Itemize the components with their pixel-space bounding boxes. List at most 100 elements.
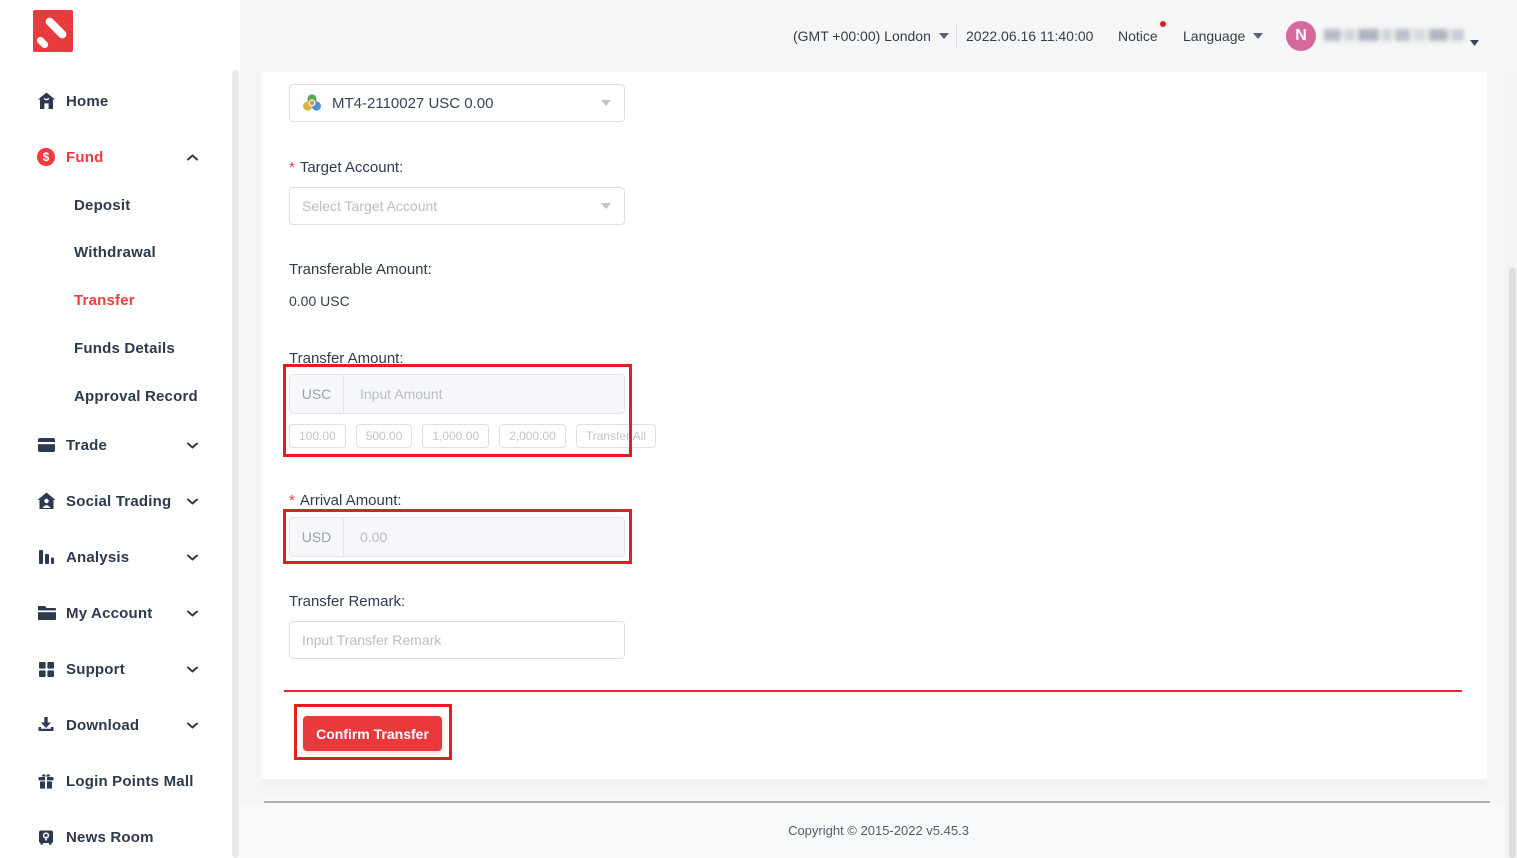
sidebar-item-label: Fund — [66, 149, 103, 166]
quick-amount-row: 100.00 500.00 1,000.00 2,000.00 Transfer… — [289, 424, 656, 448]
transfer-amount-input-group: USC — [289, 374, 625, 414]
news-room-icon — [36, 827, 56, 847]
user-avatar[interactable]: N — [1286, 21, 1316, 51]
annotation-line — [284, 690, 1462, 692]
analysis-icon — [36, 547, 56, 567]
quick-amount-button[interactable]: 2,000.00 — [499, 424, 566, 448]
mt4-logo-icon — [302, 93, 322, 113]
social-trading-icon — [36, 491, 56, 511]
sidebar-item-funds-details[interactable]: Funds Details — [0, 335, 240, 361]
sidebar-item-home[interactable]: Home — [0, 88, 240, 114]
timezone-label: (GMT +00:00) London — [793, 28, 931, 44]
sidebar-item-label: Home — [66, 93, 108, 110]
chevron-down-icon — [187, 492, 198, 510]
arrival-amount-currency: USD — [290, 518, 344, 556]
sidebar-item-download[interactable]: Download — [0, 712, 240, 738]
source-account-value: MT4-2110027 USC 0.00 — [332, 95, 493, 112]
sidebar-item-label: Social Trading — [66, 493, 171, 510]
chevron-down-icon — [187, 436, 198, 454]
sidebar: Home $ Fund Deposit Withdrawal Transfer … — [0, 0, 240, 858]
transfer-remark-label: Transfer Remark: — [289, 592, 405, 612]
sidebar-item-approval-record[interactable]: Approval Record — [0, 383, 240, 409]
chevron-down-icon — [187, 548, 198, 566]
sidebar-scrollbar[interactable] — [232, 70, 239, 858]
chevron-down-icon — [187, 660, 198, 678]
sidebar-item-trade[interactable]: Trade — [0, 432, 240, 458]
sidebar-item-fund[interactable]: $ Fund — [0, 144, 240, 170]
language-selector[interactable]: Language — [1183, 0, 1263, 72]
home-icon — [36, 91, 56, 111]
transferable-amount-label: Transferable Amount: — [289, 260, 432, 280]
quick-amount-button[interactable]: 100.00 — [289, 424, 346, 448]
notice-button[interactable]: Notice — [1118, 0, 1158, 72]
chevron-down-icon — [939, 33, 949, 39]
gift-icon — [36, 771, 56, 791]
select-caret-icon — [601, 100, 611, 106]
sidebar-item-label: Deposit — [74, 197, 130, 214]
sidebar-item-deposit[interactable]: Deposit — [0, 192, 240, 218]
required-asterisk: * — [289, 159, 295, 176]
transfer-form-card: MT4-2110027 USC 0.00 *Target Account: Se… — [262, 72, 1487, 779]
copyright-text: Copyright © 2015-2022 v5.45.3 — [788, 823, 969, 838]
sidebar-item-social-trading[interactable]: Social Trading — [0, 488, 240, 514]
confirm-transfer-button[interactable]: Confirm Transfer — [303, 716, 442, 751]
footer-gap — [262, 779, 1487, 801]
sidebar-item-label: Login Points Mall — [66, 773, 194, 790]
page-footer: Copyright © 2015-2022 v5.45.3 — [240, 803, 1517, 858]
svg-text:$: $ — [43, 150, 50, 164]
server-datetime: 2022.06.16 11:40:00 — [966, 0, 1093, 72]
sidebar-item-support[interactable]: Support — [0, 656, 240, 682]
transfer-amount-input[interactable] — [344, 375, 624, 413]
arrival-amount-input-group: USD — [289, 517, 625, 557]
sidebar-item-news-room[interactable]: News Room — [0, 824, 240, 850]
target-account-placeholder: Select Target Account — [302, 198, 437, 214]
sidebar-item-label: Funds Details — [74, 340, 175, 357]
chevron-down-icon — [1253, 33, 1263, 39]
username-redacted[interactable] — [1324, 29, 1464, 43]
transfer-all-button[interactable]: Transfer All — [576, 424, 656, 448]
chevron-up-icon — [187, 148, 198, 166]
language-label: Language — [1183, 28, 1245, 44]
arrival-amount-label: *Arrival Amount: — [289, 491, 402, 511]
notice-badge-dot — [1160, 21, 1166, 27]
sidebar-item-label: Approval Record — [74, 388, 198, 405]
target-account-select[interactable]: Select Target Account — [289, 187, 625, 225]
sidebar-item-label: My Account — [66, 605, 152, 622]
brand-logo-icon[interactable] — [33, 10, 73, 52]
sidebar-item-transfer[interactable]: Transfer — [0, 287, 240, 313]
notice-label: Notice — [1118, 28, 1158, 44]
target-account-label: *Target Account: — [289, 158, 403, 178]
quick-amount-button[interactable]: 1,000.00 — [422, 424, 489, 448]
topbar-divider — [956, 24, 957, 48]
transferable-amount-value: 0.00 USC — [289, 291, 350, 311]
main-canvas: (GMT +00:00) London 2022.06.16 11:40:00 … — [240, 0, 1517, 858]
select-caret-icon — [601, 203, 611, 209]
source-account-select[interactable]: MT4-2110027 USC 0.00 — [289, 84, 625, 122]
quick-amount-button[interactable]: 500.00 — [356, 424, 413, 448]
user-menu-chevron-icon[interactable] — [1470, 33, 1479, 51]
chevron-down-icon — [187, 716, 198, 734]
sidebar-item-label: Withdrawal — [74, 244, 156, 261]
arrival-amount-input[interactable] — [344, 518, 624, 556]
trade-icon — [36, 435, 56, 455]
timezone-selector[interactable]: (GMT +00:00) London — [793, 0, 949, 72]
sidebar-item-label: Trade — [66, 437, 107, 454]
chevron-down-icon — [187, 604, 198, 622]
transfer-remark-input[interactable] — [289, 621, 625, 659]
required-asterisk: * — [289, 492, 295, 509]
page-scrollbar[interactable] — [1509, 268, 1516, 858]
sidebar-item-analysis[interactable]: Analysis — [0, 544, 240, 570]
sidebar-item-label: Analysis — [66, 549, 129, 566]
support-icon — [36, 659, 56, 679]
app-root: Home $ Fund Deposit Withdrawal Transfer … — [0, 0, 1517, 858]
fund-icon: $ — [36, 147, 56, 167]
sidebar-item-my-account[interactable]: My Account — [0, 600, 240, 626]
sidebar-item-label: Support — [66, 661, 125, 678]
my-account-icon — [36, 603, 56, 623]
sidebar-item-withdrawal[interactable]: Withdrawal — [0, 239, 240, 265]
transfer-amount-currency: USC — [290, 375, 344, 413]
download-icon — [36, 715, 56, 735]
sidebar-item-label: Transfer — [74, 292, 135, 309]
transfer-amount-label: Transfer Amount: — [289, 349, 404, 369]
sidebar-item-login-points-mall[interactable]: Login Points Mall — [0, 768, 240, 794]
